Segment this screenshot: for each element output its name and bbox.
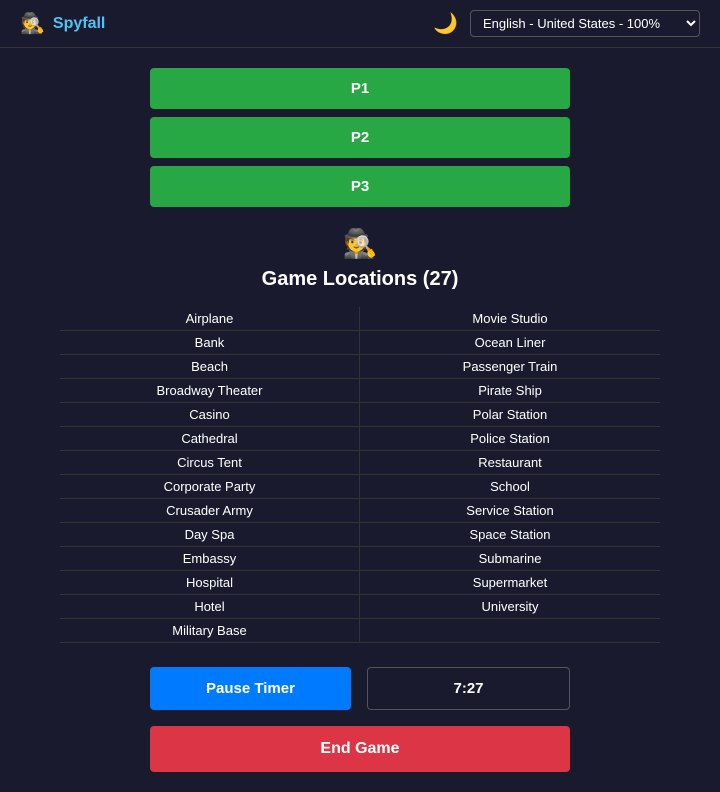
logo-icon: 🕵 [20,11,45,36]
locations-grid: AirplaneMovie StudioBankOcean LinerBeach… [60,307,660,643]
language-select[interactable]: English - United States - 100%English - … [470,10,700,37]
logo-text: Spyfall [53,15,105,33]
list-item: Bank [60,331,360,355]
list-item: Broadway Theater [60,379,360,403]
list-item: Airplane [60,307,360,331]
list-item: Cathedral [60,427,360,451]
list-item: Pirate Ship [360,379,660,403]
player-1-button[interactable]: P1 [150,68,570,109]
list-item: Service Station [360,499,660,523]
header: 🕵 Spyfall 🌙 English - United States - 10… [0,0,720,48]
list-item: School [360,475,660,499]
list-item: University [360,595,660,619]
player-2-button[interactable]: P2 [150,117,570,158]
spy-icon-display: 🕵 [343,227,378,260]
main-content: P1 P2 P3 🕵 Game Locations (27) AirplaneM… [0,48,720,792]
list-item: Submarine [360,547,660,571]
list-item: Police Station [360,427,660,451]
list-item: Corporate Party [60,475,360,499]
locations-title: Game Locations (27) [262,268,459,291]
timer-display: 7:27 [367,667,570,710]
list-item: Military Base [60,619,360,643]
list-item: Restaurant [360,451,660,475]
list-item: Hospital [60,571,360,595]
list-item [360,619,660,643]
end-game-button[interactable]: End Game [150,726,570,772]
pause-timer-button[interactable]: Pause Timer [150,667,351,710]
list-item: Supermarket [360,571,660,595]
list-item: Polar Station [360,403,660,427]
list-item: Passenger Train [360,355,660,379]
player-3-button[interactable]: P3 [150,166,570,207]
list-item: Circus Tent [60,451,360,475]
list-item: Embassy [60,547,360,571]
list-item: Casino [60,403,360,427]
list-item: Movie Studio [360,307,660,331]
list-item: Crusader Army [60,499,360,523]
bottom-controls: Pause Timer 7:27 [150,667,570,710]
list-item: Ocean Liner [360,331,660,355]
list-item: Beach [60,355,360,379]
list-item: Space Station [360,523,660,547]
list-item: Day Spa [60,523,360,547]
moon-icon[interactable]: 🌙 [433,11,458,36]
logo: 🕵 Spyfall [20,11,105,36]
player-buttons: P1 P2 P3 [150,68,570,207]
list-item: Hotel [60,595,360,619]
